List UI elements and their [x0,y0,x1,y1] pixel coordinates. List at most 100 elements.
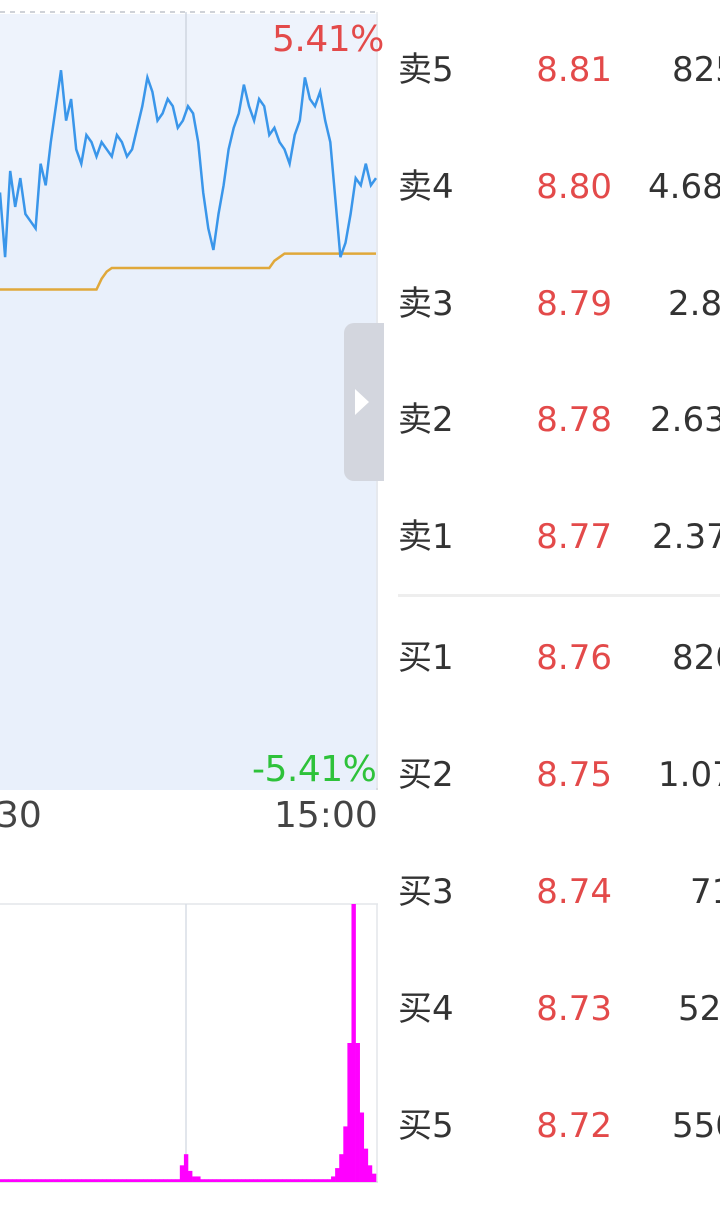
order-level-label: 买1 [398,638,454,678]
order-book-row-buy-5: 买5 8.72 550 [398,1096,720,1156]
volume-bar [155,1179,160,1182]
y-bottom-pct-label: -5.41% [252,749,377,790]
order-level-label: 卖2 [398,400,454,440]
volume-bar [245,1179,250,1182]
volume-bar [273,1179,279,1182]
volume-bar [326,1179,332,1182]
volume-bar [204,1179,209,1182]
volume-bar [367,1165,373,1182]
order-price: 8.77 [536,517,612,557]
volume-bar [314,1179,320,1182]
price-area-fill [0,70,376,790]
order-book-row-buy-3: 买3 8.74 71 [398,862,720,922]
volume-bar [318,1179,324,1182]
order-level-label: 买4 [398,989,454,1029]
volume-bar [12,1179,17,1182]
order-book-row-sell-4: 卖4 8.80 4.68 [398,157,720,217]
volume-bar [355,1043,360,1182]
volume-bar [302,1179,307,1182]
volume-bar [241,1179,246,1182]
order-volume: 4.68 [648,167,720,207]
volume-bar [44,1179,50,1182]
volume-bar [339,1154,344,1182]
order-level-label: 卖5 [398,50,454,90]
volume-bar [286,1179,291,1182]
volume-bar [20,1179,25,1182]
volume-bar [208,1179,213,1182]
volume-bar [265,1179,271,1182]
volume-bar [224,1179,230,1182]
volume-bar [249,1179,254,1182]
volume-bar [282,1179,287,1182]
order-price: 8.75 [536,755,612,795]
volume-bar [8,1179,13,1182]
volume-bar [94,1179,99,1182]
order-book-divider [398,594,720,597]
volume-bar [36,1179,42,1182]
volume-bar [253,1179,258,1182]
volume-bar [106,1179,111,1182]
order-price: 8.81 [536,50,612,90]
volume-bar [167,1179,172,1182]
volume-bar [183,1154,189,1182]
volume-bar [294,1179,299,1182]
volume-bar [261,1179,266,1182]
volume-bar [188,1170,193,1182]
volume-bar [53,1179,58,1182]
volume-bar [175,1179,181,1182]
volume-bar [28,1179,33,1182]
volume-bar [16,1179,21,1182]
volume-bar [306,1179,311,1182]
volume-bars [0,904,377,1182]
volume-bar [331,1176,336,1182]
order-volume: 550 [672,1106,720,1146]
order-level-label: 买3 [398,872,454,912]
order-price: 8.78 [536,400,612,440]
order-book-row-sell-3: 卖3 8.79 2.8 [398,274,720,334]
order-level-label: 卖4 [398,167,454,207]
volume-bar [114,1179,119,1182]
order-volume: 2.8 [668,284,720,324]
volume-bar [290,1179,295,1182]
volume-bar [171,1179,177,1182]
volume-bar [192,1176,197,1182]
volume-bar [69,1179,74,1182]
side-panel-toggle[interactable] [344,323,384,481]
order-price: 8.72 [536,1106,612,1146]
volume-bar [269,1179,275,1182]
volume-bar [200,1179,205,1182]
order-level-label: 买2 [398,755,454,795]
volume-bar [85,1179,91,1182]
volume-bar [343,1126,348,1182]
volume-chart [0,903,378,1183]
volume-bar [371,1173,377,1182]
order-price: 8.76 [536,638,612,678]
volume-bar [122,1179,127,1182]
volume-bar [335,1168,340,1182]
volume-bar [40,1179,46,1182]
order-volume: 1.07 [658,755,720,795]
volume-bar [359,1112,365,1182]
volume-bar [257,1179,262,1182]
volume-bar [134,1179,140,1182]
order-book-row-buy-4: 买4 8.73 52 [398,979,720,1039]
order-price: 8.80 [536,167,612,207]
volume-bar [179,1165,185,1182]
order-volume: 2.63 [650,400,720,440]
volume-bar [277,1179,283,1182]
order-level-label: 卖3 [398,284,454,324]
volume-bar [298,1179,303,1182]
order-book-row-sell-1: 卖1 8.77 2.37 [398,507,720,567]
volume-bar [212,1179,217,1182]
volume-bar [163,1179,168,1182]
volume-bar [65,1179,70,1182]
price-chart [0,0,378,790]
order-price: 8.79 [536,284,612,324]
volume-bar [110,1179,115,1182]
volume-bar [216,1179,221,1182]
volume-bar [228,1179,234,1182]
order-volume: 825 [672,50,720,90]
volume-bar [232,1179,238,1182]
order-level-label: 卖1 [398,517,454,557]
order-volume: 820 [672,638,720,678]
